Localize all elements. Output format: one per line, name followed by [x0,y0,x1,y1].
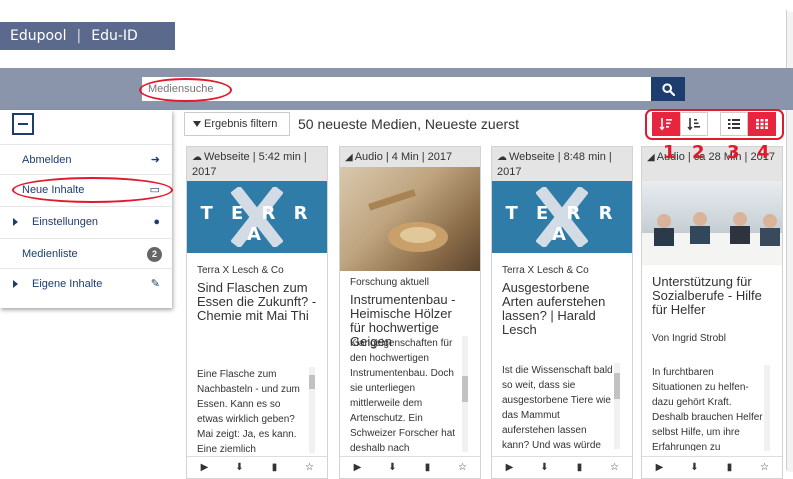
sidebar-item-label: Eigene Inhalte [32,278,103,290]
description-scrollbar[interactable] [764,365,770,451]
filter-results-button[interactable]: Ergebnis filtern [184,112,290,136]
result-summary: 50 neueste Medien, Neueste zuerst [298,116,520,132]
description-scrollbar[interactable] [309,367,315,453]
audio-icon: ◢ [345,152,353,163]
sidebar-item-label: Abmelden [22,154,72,166]
sidebar-item-label: Einstellungen [32,216,99,228]
meeting-illustration [642,212,782,265]
logo-wordmark: T E R R A [200,203,314,245]
scrollbar-thumb[interactable] [614,373,620,399]
user-icon: ● [153,216,160,228]
card-description: Ist die Wissenschaft bald so weit, dass … [502,363,620,449]
sign-out-icon: ➜ [150,154,160,166]
document-icon[interactable]: ▮ [410,457,445,478]
audio-icon: ◢ [647,152,655,163]
card-description: Eine Flasche zum Nachbasteln - und zum E… [197,367,315,453]
card-series: Terra X Lesch & Co [502,265,589,276]
product-name[interactable]: Edu-ID [91,28,138,44]
card-actions: ▶ ⬇ ▮ ☆ [642,456,782,478]
thumbnail-image[interactable]: T E R R A [187,181,327,253]
card-description-text: In furchtbaren Situationen zu helfen- da… [652,367,763,451]
media-card[interactable]: ◢ Audio | ca 28 Min | 2017 Unterstützung … [641,146,783,479]
play-icon[interactable]: ▶ [492,457,527,478]
document-icon[interactable]: ▮ [257,457,292,478]
download-icon[interactable]: ⬇ [527,457,562,478]
thumbnail-image[interactable]: T E R R A [492,181,632,253]
card-description-text: Ist die Wissenschaft bald so weit, dass … [502,365,613,449]
star-icon[interactable]: ☆ [445,457,480,478]
sidebar-item-medienliste[interactable]: Medienliste 2 [0,238,172,268]
card-description-text: Eine Flasche zum Nachbasteln - und zum E… [197,369,300,453]
star-icon[interactable]: ☆ [292,457,327,478]
card-meta: ☁ Webseite | 5:42 min | 2017 [187,147,327,181]
annotation-number-2: 2 [692,142,705,163]
card-title[interactable]: Ausgestorbene Arten auferstehen lassen? … [502,281,622,337]
annotation-ellipse-search [139,78,232,102]
description-scrollbar[interactable] [614,363,620,449]
annotation-number-3: 3 [727,142,740,163]
brand-bar: Edupool | Edu-ID [0,22,175,50]
brand-separator: | [76,28,82,44]
media-card[interactable]: ◢ Audio | 4 Min | 2017 Forschung aktuell … [339,146,481,479]
logo-wordmark: T E R R A [505,203,619,245]
document-icon[interactable]: ▮ [562,457,597,478]
brand-name[interactable]: Edupool [10,28,67,44]
card-meta-text: Webseite | 5:42 min | 2017 [192,151,307,178]
download-icon[interactable]: ⬇ [222,457,257,478]
sidebar: Abmelden ➜ Neue Inhalte ▭ Einstellungen … [0,110,172,308]
search-button[interactable] [651,77,685,101]
description-scrollbar[interactable] [462,336,468,452]
media-card[interactable]: ☁ Webseite | 8:48 min | 2017 T E R R A Te… [491,146,633,479]
filter-label: Ergebnis filtern [204,118,278,130]
edit-icon: ✎ [150,278,160,290]
card-meta: ☁ Webseite | 8:48 min | 2017 [492,147,632,181]
star-icon[interactable]: ☆ [747,457,782,478]
count-badge: 2 [147,247,162,262]
media-card[interactable]: ☁ Webseite | 5:42 min | 2017 T E R R A Te… [186,146,328,479]
card-description: Klangeigenschaften für den hochwertigen … [350,336,468,452]
sidebar-item-eigene-inhalte[interactable]: Eigene Inhalte ✎ [0,268,172,298]
card-description: In furchtbaren Situationen zu helfen- da… [652,365,770,451]
scrollbar-thumb[interactable] [462,376,468,402]
sidebar-item-abmelden[interactable]: Abmelden ➜ [0,144,172,174]
play-icon[interactable]: ▶ [642,457,677,478]
woodwork-illustration [368,189,448,252]
annotation-box-view-options [645,109,784,140]
scrollbar-thumb[interactable] [309,375,315,389]
card-title[interactable]: Unterstützung für Sozialberufe - Hilfe f… [652,275,772,317]
collapse-sidebar-button[interactable] [12,113,34,135]
card-author: Von Ingrid Strobl [652,333,726,344]
cloud-icon: ☁ [497,152,507,163]
card-series: Forschung aktuell [350,277,429,288]
document-icon[interactable]: ▮ [712,457,747,478]
sidebar-item-einstellungen[interactable]: Einstellungen ● [0,206,172,236]
search-band [0,68,793,110]
star-icon[interactable]: ☆ [597,457,632,478]
download-icon[interactable]: ⬇ [375,457,410,478]
annotation-number-1: 1 [663,142,676,163]
minus-icon [18,123,28,125]
card-meta-text: Audio | 4 Min | 2017 [354,151,453,163]
filter-icon [193,121,201,127]
sidebar-item-label: Medienliste [22,248,78,260]
caret-right-icon [13,280,18,288]
caret-right-icon [13,218,18,226]
play-icon[interactable]: ▶ [187,457,222,478]
cloud-icon: ☁ [192,152,202,163]
card-actions: ▶ ⬇ ▮ ☆ [492,456,632,478]
annotation-ellipse-neue-inhalte [12,177,173,203]
annotation-number-4: 4 [757,142,770,163]
card-actions: ▶ ⬇ ▮ ☆ [340,456,480,478]
download-icon[interactable]: ⬇ [677,457,712,478]
card-title[interactable]: Sind Flaschen zum Essen die Zukunft? - C… [197,281,317,323]
thumbnail-image[interactable] [340,167,480,271]
search-icon [661,82,675,96]
play-icon[interactable]: ▶ [340,457,375,478]
thumbnail-image[interactable] [642,181,782,265]
card-meta-text: Webseite | 8:48 min | 2017 [497,151,612,178]
card-series: Terra X Lesch & Co [197,265,284,276]
card-actions: ▶ ⬇ ▮ ☆ [187,456,327,478]
card-description-text: Klangeigenschaften für den hochwertigen … [350,338,456,452]
